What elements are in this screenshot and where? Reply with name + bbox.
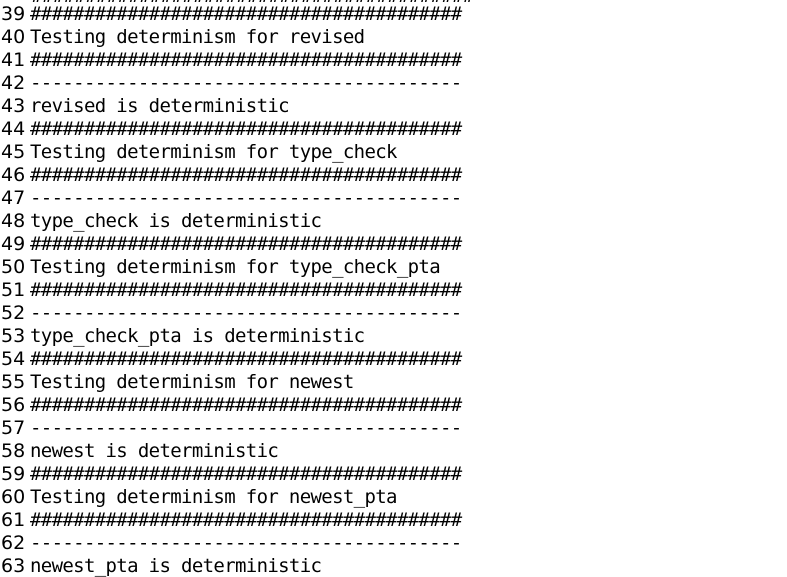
line-text: newest is deterministic: [30, 440, 279, 462]
line-number: 48: [1, 210, 26, 232]
line-number: 41: [1, 49, 26, 71]
line-text: ########################################: [30, 49, 462, 71]
line-text: ########################################: [30, 118, 462, 140]
line-number: 44: [1, 118, 26, 140]
log-line: 61 ######################################…: [0, 509, 787, 532]
line-text: ########################################: [30, 279, 462, 301]
log-line: 43 revised is deterministic: [0, 95, 787, 118]
line-text: ########################################: [30, 509, 462, 531]
line-text: ----------------------------------------: [30, 532, 462, 554]
log-line: 57 --------------------------------------…: [0, 417, 787, 440]
line-number: 57: [1, 417, 26, 439]
line-number: 58: [1, 440, 26, 462]
line-text: ########################################: [30, 3, 462, 25]
line-text: Testing determinism for newest_pta: [30, 486, 397, 508]
line-number: 47: [1, 187, 26, 209]
log-line: 49 ######################################…: [0, 233, 787, 256]
line-text: type_check is deterministic: [30, 210, 322, 232]
log-line: 56 ######################################…: [0, 394, 787, 417]
log-line: 40 Testing determinism for revised: [0, 26, 787, 49]
line-text: ----------------------------------------: [30, 417, 462, 439]
log-line: 48 type_check is deterministic: [0, 210, 787, 233]
log-line: 63 newest_pta is deterministic: [0, 555, 787, 577]
line-number: 55: [1, 371, 26, 393]
line-number: 42: [1, 72, 26, 94]
log-line: 53 type_check_pta is deterministic: [0, 325, 787, 348]
line-number: 61: [1, 509, 26, 531]
line-number: 40: [1, 26, 26, 48]
line-number: 59: [1, 463, 26, 485]
line-number: 49: [1, 233, 26, 255]
log-line: 41 ######################################…: [0, 49, 787, 72]
line-text: ----------------------------------------: [30, 302, 462, 324]
log-viewer: ########################################…: [0, 0, 787, 577]
line-text: ----------------------------------------: [30, 187, 462, 209]
log-line: 54 ######################################…: [0, 348, 787, 371]
log-line: 55 Testing determinism for newest: [0, 371, 787, 394]
log-line: 44 ######################################…: [0, 118, 787, 141]
log-line: 50 Testing determinism for type_check_pta: [0, 256, 787, 279]
line-number: 52: [1, 302, 26, 324]
log-line: 62 --------------------------------------…: [0, 532, 787, 555]
line-number: 53: [1, 325, 26, 347]
line-text: ----------------------------------------: [30, 72, 462, 94]
log-line: 39 ######################################…: [0, 3, 787, 26]
partially-visible-line: ########################################…: [0, 0, 787, 2]
line-number: 54: [1, 348, 26, 370]
line-text: ########################################: [30, 348, 462, 370]
line-text: ########################################…: [30, 0, 473, 2]
line-text: ########################################: [30, 233, 462, 255]
line-text: type_check_pta is deterministic: [30, 325, 365, 347]
log-line: 42 --------------------------------------…: [0, 72, 787, 95]
log-line: 47 --------------------------------------…: [0, 187, 787, 210]
line-text: newest_pta is deterministic: [30, 555, 322, 577]
log-line: 52 --------------------------------------…: [0, 302, 787, 325]
line-number: 51: [1, 279, 26, 301]
log-lines: 39 ######################################…: [0, 3, 787, 577]
log-line: 60 Testing determinism for newest_pta: [0, 486, 787, 509]
line-text: revised is deterministic: [30, 95, 290, 117]
log-line: 45 Testing determinism for type_check: [0, 141, 787, 164]
line-text: Testing determinism for newest: [30, 371, 354, 393]
line-number: 56: [1, 394, 26, 416]
line-text: ########################################: [30, 394, 462, 416]
line-number: 50: [1, 256, 26, 278]
log-line: 51 ######################################…: [0, 279, 787, 302]
log-line: 59 ######################################…: [0, 463, 787, 486]
line-number: 60: [1, 486, 26, 508]
line-text: ########################################: [30, 463, 462, 485]
line-text: ########################################: [30, 164, 462, 186]
line-number: 63: [1, 555, 26, 577]
log-line: 46 ######################################…: [0, 164, 787, 187]
line-number: 45: [1, 141, 26, 163]
line-number: 62: [1, 532, 26, 554]
line-text: Testing determinism for revised: [30, 26, 365, 48]
line-number: 43: [1, 95, 26, 117]
line-text: Testing determinism for type_check: [30, 141, 397, 163]
log-line: 58 newest is deterministic: [0, 440, 787, 463]
line-number: 39: [1, 3, 26, 25]
line-number: 46: [1, 164, 26, 186]
line-text: Testing determinism for type_check_pta: [30, 256, 441, 278]
